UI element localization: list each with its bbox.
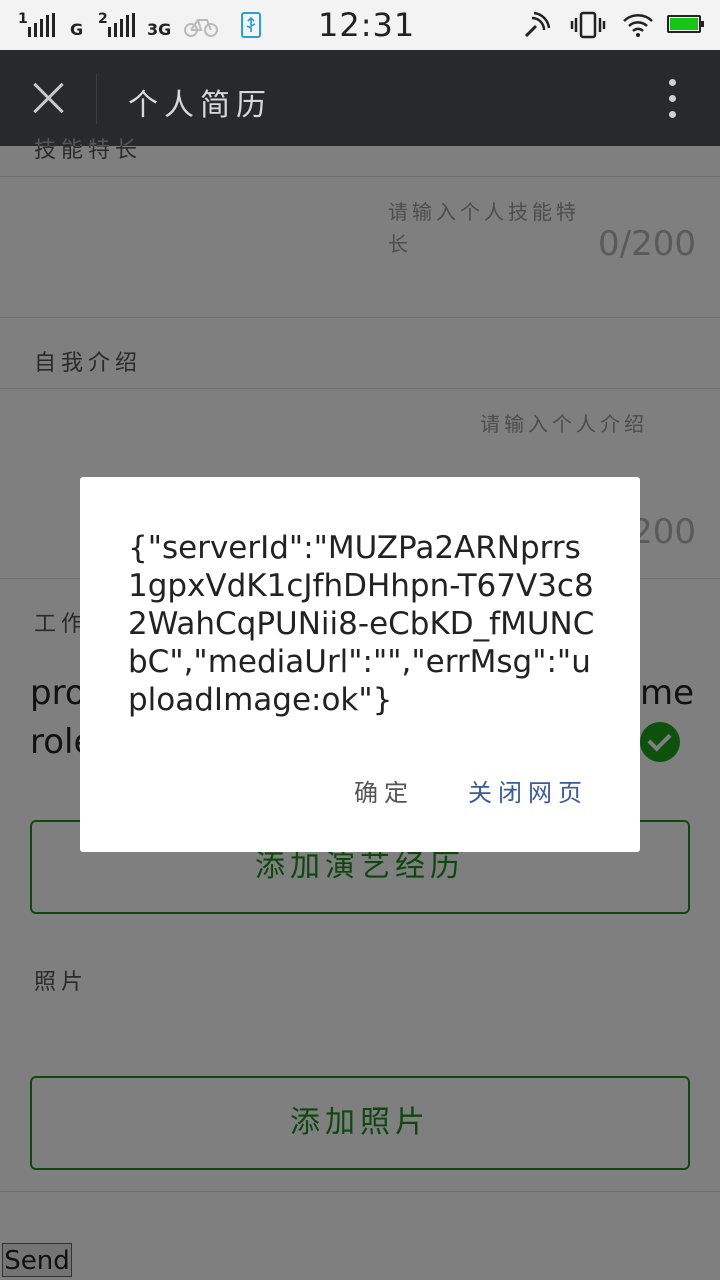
vibrate-icon [570, 11, 606, 39]
clock: 12:31 [318, 6, 416, 44]
status-bar: 1 G 2 3G 12:31 [0, 0, 720, 50]
more-options-icon[interactable] [656, 74, 688, 124]
alert-dialog: {"serverId":"MUZPa2ARNprrs1gpxVdK1cJfhDH… [80, 477, 640, 852]
title-divider [96, 74, 97, 124]
battery-icon [667, 15, 704, 33]
close-icon[interactable] [22, 70, 76, 126]
sim1-signal-icon: 1 [18, 11, 56, 37]
close-page-button[interactable]: 关闭网页 [468, 773, 588, 808]
nfc-icon [524, 11, 551, 38]
sim2-label: 2 [98, 11, 108, 27]
sim1-label: 1 [18, 11, 28, 27]
wifi-icon [623, 14, 653, 37]
bicycle-icon [184, 19, 218, 37]
page-title: 个人简历 [128, 88, 272, 123]
sim2-network-type: 3G [147, 20, 172, 39]
sim2-signal-icon: 2 [98, 11, 136, 37]
usb-icon [241, 12, 261, 38]
ok-button[interactable]: 确定 [354, 773, 414, 808]
dialog-message: {"serverId":"MUZPa2ARNprrs1gpxVdK1cJfhDH… [128, 530, 595, 718]
sim1-network-type: G [70, 20, 84, 39]
